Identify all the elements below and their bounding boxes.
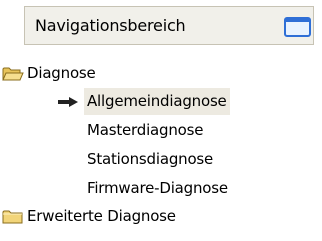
- tree-item-label: Allgemeindiagnose: [84, 88, 230, 115]
- tree-item-allgemeindiagnose[interactable]: Allgemeindiagnose: [57, 88, 230, 115]
- navigation-panel: Navigationsbereich Diagnose Allgemeindia…: [0, 0, 322, 241]
- tree-item-label: Firmware-Diagnose: [87, 179, 228, 197]
- folder-closed-icon: [2, 210, 23, 224]
- panel-header: Navigationsbereich: [24, 6, 314, 45]
- tree-item-stationsdiagnose[interactable]: Stationsdiagnose: [84, 146, 216, 173]
- window-icon[interactable]: [284, 17, 311, 37]
- arrow-right-icon: [58, 97, 78, 107]
- folder-open-icon: [2, 67, 24, 81]
- tree-node-diagnose[interactable]: Diagnose: [2, 60, 99, 87]
- tree-item-firmware-diagnose[interactable]: Firmware-Diagnose: [84, 175, 231, 202]
- tree-item-label: Masterdiagnose: [87, 121, 204, 139]
- tree-node-label: Erweiterte Diagnose: [27, 207, 176, 225]
- tree-item-masterdiagnose[interactable]: Masterdiagnose: [84, 117, 206, 144]
- tree-node-label: Diagnose: [27, 64, 96, 82]
- tree-item-label: Stationsdiagnose: [87, 150, 214, 168]
- panel-title: Navigationsbereich: [35, 16, 186, 35]
- tree-node-erweiterte-diagnose[interactable]: Erweiterte Diagnose: [2, 203, 179, 230]
